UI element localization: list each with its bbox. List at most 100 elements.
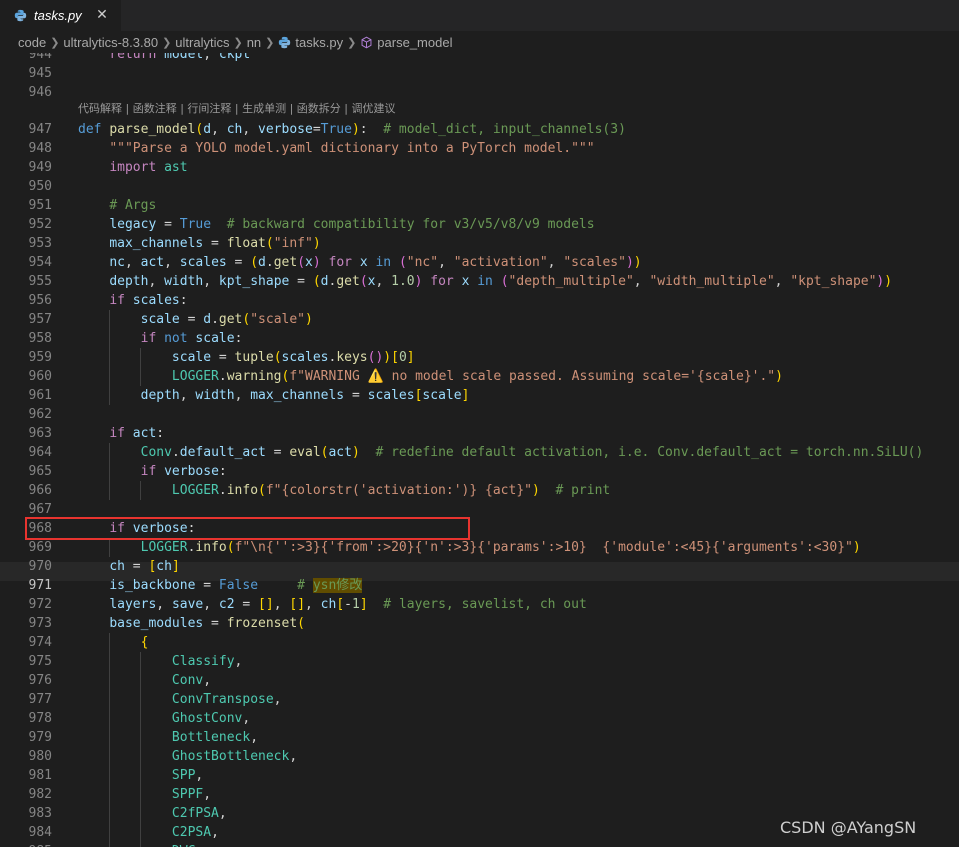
line-number: 965 bbox=[28, 464, 52, 479]
line-code: Conv, bbox=[171, 673, 212, 688]
breadcrumb-item-nn[interactable]: nn bbox=[247, 35, 261, 50]
ai-codelens-actions[interactable]: 代码解释 | 函数注释 | 行间注释 | 生成单测 | 函数拆分 | 调优建议 bbox=[78, 100, 396, 118]
breadcrumb-item-tasks-py[interactable]: tasks.py bbox=[295, 35, 343, 50]
tab-label: tasks.py bbox=[34, 8, 82, 23]
line-code: C2fPSA, bbox=[171, 806, 227, 821]
line-number: 954 bbox=[28, 255, 52, 270]
indent-guide bbox=[109, 633, 111, 652]
code-line[interactable]: 965 if verbose: bbox=[0, 462, 959, 481]
code-line[interactable]: 980 GhostBottleneck, bbox=[0, 747, 959, 766]
code-line[interactable]: 979 Bottleneck, bbox=[0, 728, 959, 747]
indent-guide bbox=[140, 804, 142, 823]
line-code: SPPF, bbox=[171, 787, 212, 802]
chevron-right-icon: ❯ bbox=[347, 36, 357, 49]
line-number: 957 bbox=[28, 312, 52, 327]
code-line[interactable]: 974 { bbox=[0, 633, 959, 652]
code-line[interactable]: 952 legacy = True # backward compatibili… bbox=[0, 215, 959, 234]
code-line[interactable]: 950 bbox=[0, 177, 959, 196]
code-line[interactable]: 966 LOGGER.info(f"{colorstr('activation:… bbox=[0, 481, 959, 500]
line-code: { bbox=[140, 635, 149, 650]
line-number: 978 bbox=[28, 711, 52, 726]
indent-guide bbox=[109, 766, 111, 785]
code-line[interactable]: 954 nc, act, scales = (d.get(x) for x in… bbox=[0, 253, 959, 272]
chevron-right-icon: ❯ bbox=[50, 36, 60, 49]
breadcrumb: code ❯ ultralytics-8.3.80 ❯ ultralytics … bbox=[0, 31, 959, 53]
line-number: 946 bbox=[28, 85, 52, 100]
line-number: 971 bbox=[28, 578, 52, 593]
code-line[interactable]: 945 bbox=[0, 64, 959, 83]
indent-guide bbox=[109, 785, 111, 804]
line-number: 948 bbox=[28, 141, 52, 156]
indent-guide bbox=[109, 709, 111, 728]
python-file-icon bbox=[14, 9, 27, 22]
code-line[interactable]: 963 if act: bbox=[0, 424, 959, 443]
indent-guide bbox=[140, 747, 142, 766]
line-number: 979 bbox=[28, 730, 52, 745]
line-code: """Parse a YOLO model.yaml dictionary in… bbox=[109, 141, 595, 156]
tab-tasks-py[interactable]: tasks.py ✕ bbox=[0, 0, 121, 31]
line-code: layers, save, c2 = [], [], ch[-1] # laye… bbox=[109, 597, 587, 612]
code-line[interactable]: 962 bbox=[0, 405, 959, 424]
code-line[interactable]: 958 if not scale: bbox=[0, 329, 959, 348]
indent-guide bbox=[109, 481, 111, 500]
line-code: C2PSA, bbox=[171, 825, 219, 840]
line-number: 962 bbox=[28, 407, 52, 422]
code-line[interactable]: 961 depth, width, max_channels = scales[… bbox=[0, 386, 959, 405]
indent-guide bbox=[109, 804, 111, 823]
code-line[interactable]: 956 if scales: bbox=[0, 291, 959, 310]
code-line[interactable]: 982 SPPF, bbox=[0, 785, 959, 804]
breadcrumb-item-parse-model[interactable]: parse_model bbox=[377, 35, 452, 50]
breadcrumb-item-ultralytics-version[interactable]: ultralytics-8.3.80 bbox=[63, 35, 158, 50]
line-code: depth, width, max_channels = scales[scal… bbox=[140, 388, 470, 403]
code-line[interactable]: 951 # Args bbox=[0, 196, 959, 215]
code-line[interactable]: 949 import ast bbox=[0, 158, 959, 177]
breadcrumb-item-code[interactable]: code bbox=[18, 35, 46, 50]
line-number: 985 bbox=[0, 842, 52, 847]
close-icon[interactable]: ✕ bbox=[93, 6, 111, 24]
indent-guide bbox=[109, 367, 111, 386]
code-line[interactable]: 977 ConvTranspose, bbox=[0, 690, 959, 709]
annotation-highlight-box bbox=[25, 517, 470, 540]
line-code: import ast bbox=[109, 160, 188, 175]
code-line[interactable]: 975 Classify, bbox=[0, 652, 959, 671]
indent-guide bbox=[140, 481, 142, 500]
code-line[interactable]: 972 layers, save, c2 = [], [], ch[-1] # … bbox=[0, 595, 959, 614]
line-code: Classify, bbox=[171, 654, 243, 669]
code-line[interactable]: 948 """Parse a YOLO model.yaml dictionar… bbox=[0, 139, 959, 158]
code-line[interactable]: 981 SPP, bbox=[0, 766, 959, 785]
indent-guide bbox=[140, 709, 142, 728]
code-line[interactable]: 970 ch = [ch] bbox=[0, 557, 959, 576]
indent-guide bbox=[109, 310, 111, 329]
code-line[interactable]: 944 return model, ckpt bbox=[0, 53, 959, 64]
indent-guide bbox=[140, 842, 142, 847]
code-line[interactable]: 978 GhostConv, bbox=[0, 709, 959, 728]
code-editor[interactable]: 944 return model, ckpt 945 946 947 def parse… bbox=[0, 53, 959, 847]
line-number: 959 bbox=[28, 350, 52, 365]
line-number: 961 bbox=[28, 388, 52, 403]
line-number: 958 bbox=[28, 331, 52, 346]
code-line[interactable]: 960 LOGGER.warning(f"WARNING ⚠️ no model… bbox=[0, 367, 959, 386]
line-code: base_modules = frozenset( bbox=[109, 616, 305, 631]
code-line[interactable]: 947 def parse_model(d, ch, verbose=True):… bbox=[0, 120, 959, 139]
line-code: return model, ckpt bbox=[109, 53, 251, 62]
breadcrumb-item-ultralytics[interactable]: ultralytics bbox=[175, 35, 229, 50]
line-number: 964 bbox=[28, 445, 52, 460]
indent-guide bbox=[109, 690, 111, 709]
indent-guide bbox=[109, 538, 111, 557]
code-line[interactable]: 955 depth, width, kpt_shape = (d.get(x, … bbox=[0, 272, 959, 291]
line-code: # Args bbox=[109, 198, 157, 213]
code-line[interactable]: 969 LOGGER.info(f"\n{'':>3}{'from':>20}{… bbox=[0, 538, 959, 557]
line-code: if verbose: bbox=[140, 464, 227, 479]
code-line[interactable]: 953 max_channels = float("inf") bbox=[0, 234, 959, 253]
indent-guide bbox=[140, 690, 142, 709]
code-line[interactable]: 971 is_backbone = False # ysn修改 bbox=[0, 576, 959, 595]
line-number: 966 bbox=[28, 483, 52, 498]
code-line[interactable]: 959 scale = tuple(scales.keys())[0] bbox=[0, 348, 959, 367]
code-line[interactable]: 976 Conv, bbox=[0, 671, 959, 690]
code-line[interactable]: 985 DWConv, bbox=[0, 842, 959, 847]
indent-guide bbox=[109, 443, 111, 462]
code-line[interactable]: 973 base_modules = frozenset( bbox=[0, 614, 959, 633]
indent-guide bbox=[109, 652, 111, 671]
code-line[interactable]: 964 Conv.default_act = eval(act) # redef… bbox=[0, 443, 959, 462]
code-line[interactable]: 957 scale = d.get("scale") bbox=[0, 310, 959, 329]
